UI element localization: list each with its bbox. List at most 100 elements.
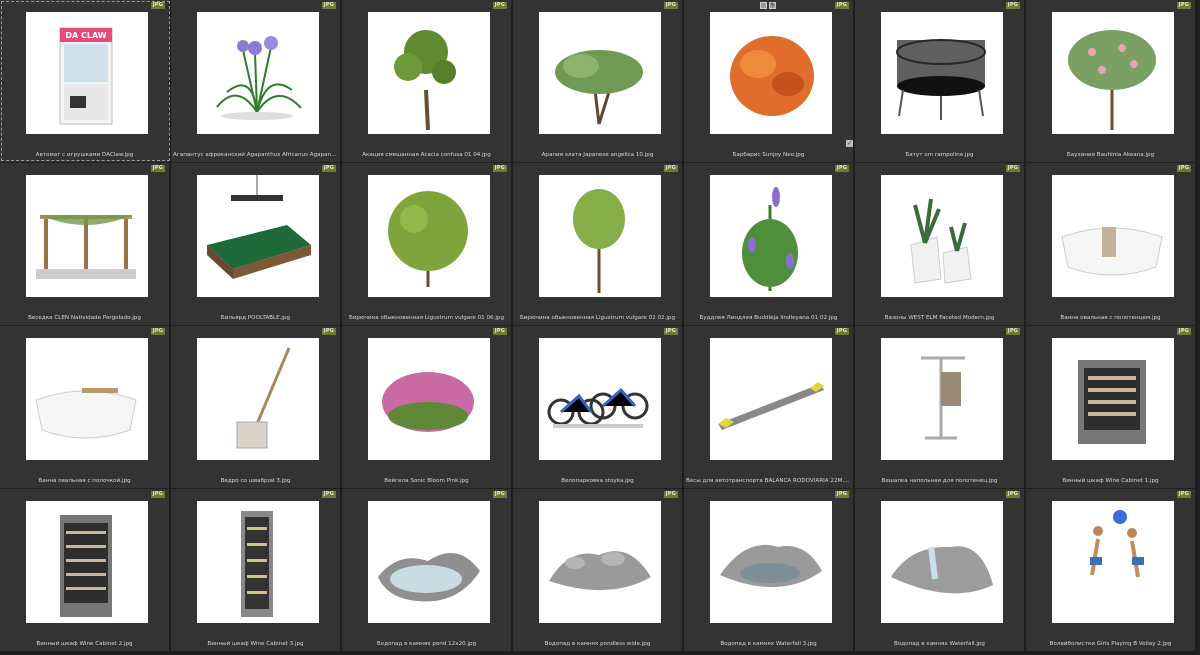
file-type-badge: JPG <box>834 2 849 9</box>
thumbnail-filename: Водопад в камнях Waterfall 3.jpg <box>720 641 817 647</box>
thumbnail-item[interactable]: JPG Водопад в камнях pond 12x20.jpg <box>342 489 513 651</box>
thumbnail-image[interactable] <box>881 501 1003 623</box>
file-type-badge: JPG <box>150 2 165 9</box>
thumbnail-filename: Волейболистки Girls Playing B Volley 2.j… <box>1049 641 1172 647</box>
checkbox-icon[interactable]: ✓ <box>846 140 853 147</box>
pencil-icon[interactable]: ✎ <box>769 2 776 9</box>
thumbnail-image[interactable] <box>197 338 319 460</box>
thumbnail-item[interactable]: JPG Винный шкаф Wine Cabinet 2.jpg <box>0 489 171 651</box>
thumbnail-illustration <box>1061 227 1163 276</box>
thumbnail-item[interactable]: JPG Вешалка напольная для полотенец.jpg <box>855 326 1026 488</box>
thumbnail-image[interactable] <box>710 12 832 134</box>
thumbnail-image[interactable] <box>26 175 148 297</box>
thumbnail-item[interactable]: JPG Аралия элата Japanese angelica 10.jpg <box>513 0 684 162</box>
file-type-badge: JPG <box>1176 165 1191 172</box>
thumbnail-image[interactable] <box>881 175 1003 297</box>
thumbnail-illustration <box>555 50 643 125</box>
thumbnail-filename: Бирючина обыкновенная Ligustrum vulgare … <box>348 315 505 321</box>
thumbnail-image[interactable] <box>539 12 661 134</box>
thumbnail-filename: Бильярд POOLTABLE.jpg <box>220 315 291 321</box>
thumbnail-filename: Вейгела Sonic Bloom Pink.jpg <box>384 478 469 484</box>
thumbnail-item[interactable]: JPG Баухиния Bauhinia Akeana.jpg <box>1026 0 1197 162</box>
thumbnail-item[interactable]: JPG Ванна овальная с полотенцем.jpg <box>1026 163 1197 325</box>
thumbnail-item[interactable]: JPG Велопарковка stoyka.jpg <box>513 326 684 488</box>
thumbnail-item[interactable]: JPG Водопад в камнях Waterfall 3.jpg <box>684 489 855 651</box>
thumbnail-item[interactable]: JPG Акация смешанная Acacia confusa 01 04… <box>342 0 513 162</box>
thumbnail-image[interactable] <box>368 12 490 134</box>
thumbnail-item[interactable]: JPG Ведро со шваброй 3.jpg <box>171 326 342 488</box>
thumbnail-filename: Винный шкаф Wine Cabinet 1.jpg <box>1062 478 1159 484</box>
thumbnail-illustration <box>216 36 302 120</box>
thumbnail-item[interactable]: JPG Вазоны WEST ELM Faceted Modern.jpg <box>855 163 1026 325</box>
thumbnail-illustration <box>573 189 625 293</box>
thumbnail-image[interactable] <box>539 501 661 623</box>
thumbnail-image[interactable] <box>881 338 1003 460</box>
thumbnail-filename: Вазоны WEST ELM Faceted Modern.jpg <box>884 315 995 321</box>
file-type-badge: JPG <box>834 165 849 172</box>
thumbnail-image[interactable] <box>539 338 661 460</box>
claw-machine-logo-text: DA CLAW <box>65 31 106 40</box>
thumbnail-illustration <box>1068 30 1156 130</box>
thumbnail-illustration <box>378 553 480 602</box>
thumbnail-image[interactable] <box>26 338 148 460</box>
thumbnail-image[interactable] <box>1052 338 1174 460</box>
thumbnail-image[interactable] <box>710 501 832 623</box>
thumbnail-filename: Велопарковка stoyka.jpg <box>561 478 634 484</box>
thumbnail-image[interactable] <box>197 501 319 623</box>
thumbnail-item[interactable]: JPG Батут om rampoline.jpg <box>855 0 1026 162</box>
thumbnail-illustration <box>720 544 822 588</box>
thumbnail-image[interactable] <box>197 175 319 297</box>
thumbnail-filename: Барбарис Sunjoy Neo.jpg <box>732 152 805 158</box>
thumbnail-item[interactable]: JPG Агапантус африканский Agapanthus Afri… <box>171 0 342 162</box>
thumbnail-item[interactable]: JPG Ванна овальная с полочкой.jpg <box>0 326 171 488</box>
thumbnail-item[interactable]: JPG Буддлея Линдлея Buddleja lindleyana 0… <box>684 163 855 325</box>
thumbnail-item[interactable]: JPG Водопад в камнях pondless wide.jpg <box>513 489 684 651</box>
thumbnail-illustration <box>547 387 649 428</box>
thumbnail-image[interactable] <box>26 501 148 623</box>
thumbnail-image[interactable] <box>368 338 490 460</box>
thumbnail-image[interactable]: DA CLAW <box>26 12 148 134</box>
thumbnail-item[interactable]: DA CLAW JPG Автомат с игрушками DAClaw.jp… <box>0 0 171 162</box>
thumbnail-illustration <box>742 187 798 291</box>
thumbnail-image[interactable] <box>710 175 832 297</box>
thumbnail-image[interactable] <box>1052 501 1174 623</box>
thumbnail-image[interactable] <box>1052 175 1174 297</box>
thumbnail-illustration <box>910 198 972 284</box>
square-icon[interactable] <box>760 2 767 9</box>
file-type-badge: JPG <box>1005 2 1020 9</box>
thumbnail-item[interactable]: JPG Бирючина обыкновенная Ligustrum vulga… <box>513 163 684 325</box>
file-type-badge: JPG <box>834 328 849 335</box>
thumbnail-item[interactable]: JPG Весы для автотранспорта BALANCA RODOV… <box>684 326 855 488</box>
file-type-badge: JPG <box>492 2 507 9</box>
thumbnail-illustration <box>921 356 965 440</box>
thumbnail-image[interactable] <box>539 175 661 297</box>
thumbnail-item[interactable]: JPG ✎ ✓ Барбарис Sunjoy Neo.jpg <box>684 0 855 162</box>
thumbnail-filename: Акация смешанная Acacia confusa 01 04.jp… <box>362 152 491 158</box>
thumbnail-image[interactable] <box>368 501 490 623</box>
thumbnail-image[interactable] <box>881 12 1003 134</box>
file-type-badge: JPG <box>663 2 678 9</box>
file-type-badge: JPG <box>150 165 165 172</box>
file-type-badge: JPG <box>492 328 507 335</box>
thumbnail-filename: Винный шкаф Wine Cabinet 3.jpg <box>207 641 304 647</box>
file-type-badge: JPG <box>834 491 849 498</box>
thumbnail-item[interactable]: JPG Волейболистки Girls Playing B Volley … <box>1026 489 1197 651</box>
thumbnail-illustration <box>36 215 136 279</box>
thumbnail-illustration <box>718 382 824 430</box>
file-type-badge: JPG <box>321 491 336 498</box>
thumbnail-image[interactable] <box>710 338 832 460</box>
thumbnail-item[interactable]: JPG Беседка CLEN Natividade Pergolado.jpg <box>0 163 171 325</box>
thumbnail-item[interactable]: JPG Винный шкаф Wine Cabinet 1.jpg <box>1026 326 1197 488</box>
thumbnail-item[interactable]: JPG Вейгела Sonic Bloom Pink.jpg <box>342 326 513 488</box>
thumbnail-image[interactable] <box>1052 12 1174 134</box>
thumbnail-item[interactable]: JPG Бильярд POOLTABLE.jpg <box>171 163 342 325</box>
thumbnail-item[interactable]: JPG Водопад в камнях Waterfall.jpg <box>855 489 1026 651</box>
thumbnail-item[interactable]: JPG Бирючина обыкновенная Ligustrum vulga… <box>342 163 513 325</box>
thumbnail-item[interactable]: JPG Винный шкаф Wine Cabinet 3.jpg <box>171 489 342 651</box>
thumbnail-filename: Беседка CLEN Natividade Pergolado.jpg <box>28 315 141 321</box>
thumbnail-image[interactable] <box>197 12 319 134</box>
thumbnail-filename: Ведро со шваброй 3.jpg <box>220 478 291 484</box>
thumbnail-filename: Батут om rampoline.jpg <box>905 152 974 158</box>
thumbnail-filename: Ванна овальная с полотенцем.jpg <box>1060 315 1161 321</box>
thumbnail-image[interactable] <box>368 175 490 297</box>
